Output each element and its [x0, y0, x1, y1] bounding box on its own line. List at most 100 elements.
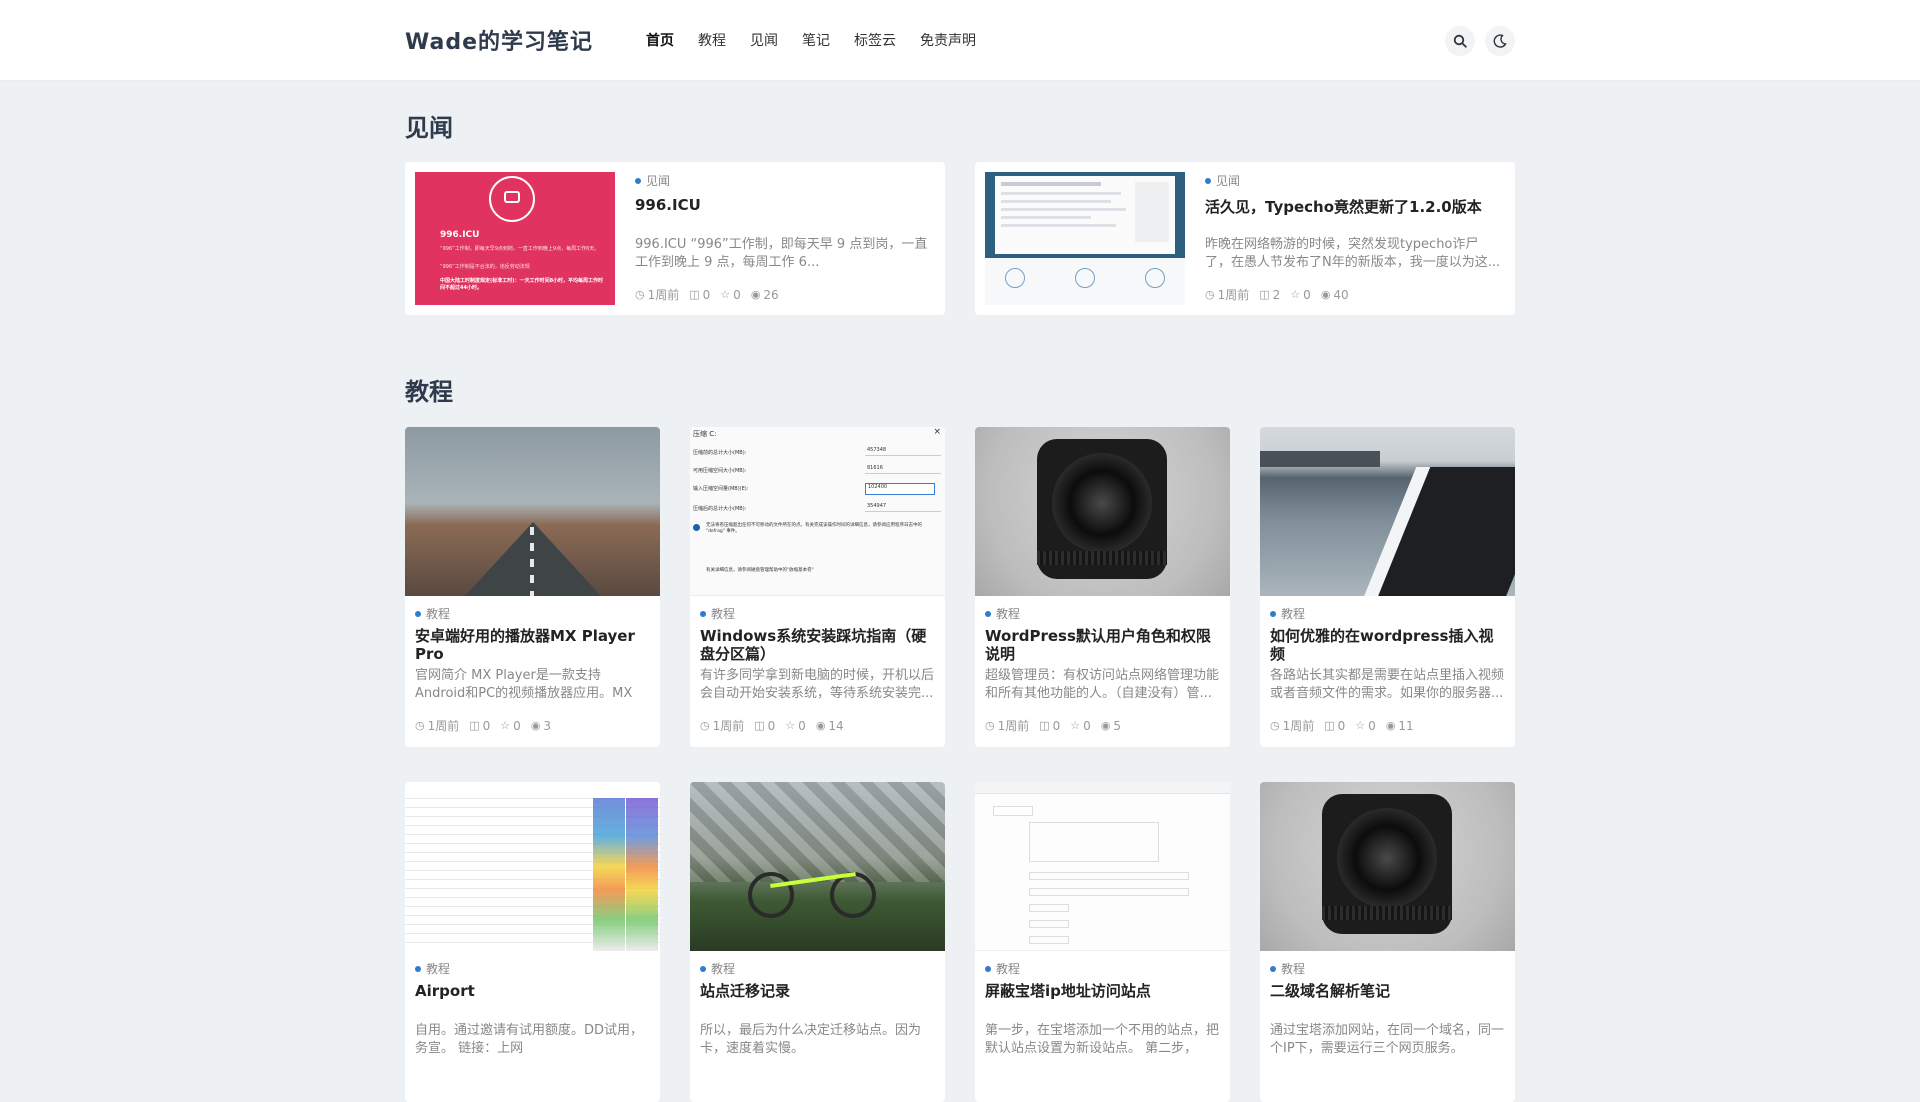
post-category[interactable]: 教程: [985, 605, 1020, 622]
bike-wheel-shape: [748, 872, 794, 918]
post-title[interactable]: 活久见，Typecho竟然更新了1.2.0版本: [1205, 196, 1503, 217]
info-icon: [693, 524, 700, 531]
post-meta: ◷ 1周前 ◫ 0 ☆ 0 ◉ 3: [415, 717, 551, 734]
post-category[interactable]: 见闻: [635, 172, 670, 189]
tutorial-card[interactable]: 教程 Airport 自用。通过邀请有试用额度。DD试用，务宣。 链接：上网: [405, 782, 660, 1102]
main-nav: 首页 教程 见闻 笔记 标签云 免责声明: [646, 30, 1000, 50]
news-card[interactable]: 见闻 活久见，Typecho竟然更新了1.2.0版本 昨晚在网络畅游的时候，突然…: [975, 162, 1515, 315]
post-excerpt: 官网简介 MX Player是一款支持Android和PC的视频播放器应用。MX…: [415, 668, 633, 701]
post-category[interactable]: 教程: [1270, 960, 1305, 977]
post-title[interactable]: 996.ICU: [635, 196, 933, 214]
post-comments: 0: [482, 718, 491, 733]
thumbnail-heading: 996.ICU: [440, 230, 480, 240]
tutorial-card[interactable]: 教程 二级域名解析笔记 通过宝塔添加网站，在同一个域名，同一个IP下，需要运行三…: [1260, 782, 1515, 1102]
post-views: 14: [828, 718, 844, 733]
tutorial-card[interactable]: 教程 屏蔽宝塔ip地址访问站点 第一步，在宝塔添加一个不用的站点，把默认站点设置…: [975, 782, 1230, 1102]
dialog-header: 压缩 C:: [693, 430, 717, 438]
nav-item-tags[interactable]: 标签云: [854, 30, 896, 50]
post-thumbnail[interactable]: [405, 782, 660, 951]
tutorial-card[interactable]: 教程 安卓端好用的播放器MX Player Pro 官网简介 MX Player…: [405, 427, 660, 747]
post-title[interactable]: Windows系统安装踩坑指南（硬盘分区篇）: [700, 627, 935, 663]
post-category-label: 教程: [1281, 962, 1306, 976]
post-title[interactable]: 二级域名解析笔记: [1270, 982, 1505, 1018]
clock-icon: ◷: [635, 288, 645, 301]
post-category[interactable]: 教程: [415, 605, 450, 622]
post-category-label: 教程: [711, 962, 736, 976]
feature-icon: [1005, 268, 1025, 288]
tutorial-card[interactable]: 压缩 C: × 压缩前的总计大小(MB): 457348 可用压缩空间大小(MB…: [690, 427, 945, 747]
section-title-tutorial: 教程: [405, 378, 453, 406]
post-category[interactable]: 教程: [700, 605, 735, 622]
post-comments: 0: [1337, 718, 1346, 733]
post-likes: 0: [1083, 718, 1091, 733]
post-thumbnail[interactable]: [1260, 427, 1515, 596]
tutorial-card[interactable]: 教程 WordPress默认用户角色和权限说明 超级管理员：有权访问站点网络管理…: [975, 427, 1230, 747]
post-thumbnail[interactable]: [405, 427, 660, 596]
star-icon: ☆: [500, 719, 511, 732]
eye-icon: ◉: [1100, 719, 1111, 732]
post-category[interactable]: 见闻: [1205, 172, 1240, 189]
post-title[interactable]: Airport: [415, 982, 650, 1018]
post-time: 1周前: [997, 719, 1030, 733]
dark-mode-icon[interactable]: [1485, 26, 1515, 56]
post-likes: 0: [798, 718, 806, 733]
dialog-value: 354947: [865, 503, 941, 512]
tutorial-card[interactable]: 教程 站点迁移记录 所以，最后为什么决定迁移站点。因为卡，速度着实慢。: [690, 782, 945, 1102]
post-category[interactable]: 教程: [1270, 605, 1305, 622]
post-meta: ◷ 1周前 ◫ 0 ☆ 0 ◉ 11: [1270, 717, 1414, 734]
star-icon: ☆: [1070, 719, 1081, 732]
post-title[interactable]: 站点迁移记录: [700, 982, 935, 1018]
nav-item-notes[interactable]: 笔记: [802, 30, 830, 50]
post-title[interactable]: WordPress默认用户角色和权限说明: [985, 627, 1220, 663]
post-title[interactable]: 安卓端好用的播放器MX Player Pro: [415, 627, 650, 663]
post-thumbnail[interactable]: [1260, 782, 1515, 951]
post-category[interactable]: 教程: [985, 960, 1020, 977]
post-thumbnail[interactable]: [690, 782, 945, 951]
post-time: 1周前: [1217, 288, 1250, 302]
post-category-label: 教程: [1281, 607, 1306, 621]
post-time: 1周前: [647, 288, 680, 302]
star-icon: ☆: [785, 719, 796, 732]
post-title[interactable]: 屏蔽宝塔ip地址访问站点: [985, 982, 1220, 1018]
worker-icon: [489, 176, 535, 222]
comment-icon: ◫: [1324, 719, 1335, 732]
eye-icon: ◉: [1320, 288, 1331, 301]
post-category[interactable]: 教程: [700, 960, 735, 977]
nav-item-news[interactable]: 见闻: [750, 30, 778, 50]
post-thumbnail[interactable]: 压缩 C: × 压缩前的总计大小(MB): 457348 可用压缩空间大小(MB…: [690, 427, 945, 596]
dialog-label: 压缩后的总计大小(MB):: [693, 506, 747, 512]
nav-item-disclaimer[interactable]: 免责声明: [920, 30, 976, 50]
thumbnail-line: 中国大陆工时制度规定(标准工时)：一天工作时间8小时，平均每周工作时间不超过44…: [440, 278, 604, 291]
post-thumbnail[interactable]: 996.ICU “996”工作制，即每天早9点到岗，一直工作到晚上9点，每周工作…: [415, 172, 615, 305]
post-time: 1周前: [427, 719, 460, 733]
post-category[interactable]: 教程: [415, 960, 450, 977]
close-icon: ×: [933, 427, 941, 437]
header-tools: [1445, 26, 1515, 56]
post-category-label: 教程: [711, 607, 736, 621]
site-brand[interactable]: Wade的学习笔记: [405, 24, 593, 56]
tutorial-card[interactable]: 教程 如何优雅的在wordpress插入视频 各路站长其实都是需要在站点里插入视…: [1260, 427, 1515, 747]
post-category-label: 教程: [426, 607, 451, 621]
post-excerpt: 各路站长其实都是需要在站点里插入视频或者音频文件的需求。如果你的服务器...: [1270, 668, 1505, 701]
post-thumbnail[interactable]: [985, 172, 1185, 305]
news-card[interactable]: 996.ICU “996”工作制，即每天早9点到岗，一直工作到晚上9点，每周工作…: [405, 162, 945, 315]
post-views: 11: [1398, 718, 1414, 733]
post-thumbnail[interactable]: [975, 427, 1230, 596]
clock-icon: ◷: [985, 719, 995, 732]
camera-lens-shape: [1037, 439, 1167, 579]
post-title[interactable]: 如何优雅的在wordpress插入视频: [1270, 627, 1505, 663]
dialog-label: 压缩前的总计大小(MB):: [693, 450, 747, 456]
cliff-shape: [1260, 451, 1380, 467]
post-thumbnail[interactable]: [975, 782, 1230, 951]
section-title-news: 见闻: [405, 114, 453, 142]
category-dot-icon: [1270, 610, 1276, 617]
nav-item-tutorial[interactable]: 教程: [698, 30, 726, 50]
post-category-label: 见闻: [646, 174, 671, 188]
bike-wheel-shape: [830, 872, 876, 918]
comment-icon: ◫: [754, 719, 765, 732]
star-icon: ☆: [720, 288, 731, 301]
search-icon[interactable]: [1445, 26, 1475, 56]
post-excerpt: 通过宝塔添加网站，在同一个域名，同一个IP下，需要运行三个网页服务。: [1270, 1023, 1505, 1056]
feature-icon: [1145, 268, 1165, 288]
nav-item-home[interactable]: 首页: [646, 30, 674, 50]
